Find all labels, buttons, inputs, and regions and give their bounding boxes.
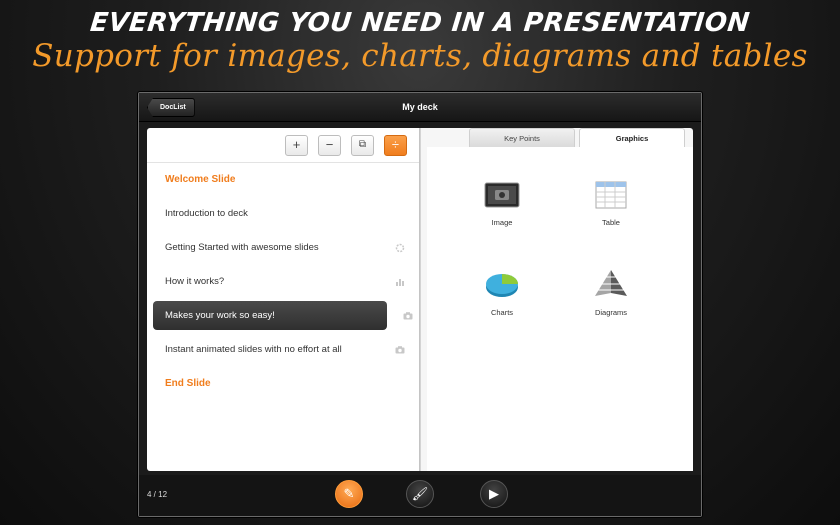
diagrams-label: Diagrams: [594, 308, 628, 317]
insert-diagram-button[interactable]: Diagrams: [576, 269, 646, 317]
play-button[interactable]: ▶: [480, 480, 508, 508]
tab-key-points[interactable]: Key Points: [469, 128, 575, 148]
insert-image-button[interactable]: Image: [467, 181, 537, 227]
chart-icon: [395, 265, 405, 299]
graphics-panel: Image Table Charts Diagrams: [427, 147, 693, 471]
edit-button[interactable]: ✎: [335, 480, 363, 508]
deck-title: My deck: [402, 102, 438, 112]
charts-label: Charts: [490, 308, 514, 317]
slide-item-label: Welcome Slide: [165, 174, 236, 185]
slide-item-label: Instant animated slides with no effort a…: [165, 344, 342, 355]
slide-item-end[interactable]: End Slide: [147, 367, 419, 401]
bottom-toolbar: 4 / 12 ✎ 🖌 ▶: [139, 475, 701, 516]
style-button[interactable]: 🖌: [406, 480, 434, 508]
image-icon: [467, 181, 537, 214]
duplicate-slide-button[interactable]: ⧉: [351, 135, 374, 156]
slide-item-instant-animated[interactable]: Instant animated slides with no effort a…: [147, 333, 419, 367]
tablet-frame: DocList My deck + − ⧉ ÷ Welcome Slide In…: [138, 92, 702, 517]
slide-item-label: End Slide: [165, 378, 211, 389]
insert-table-button[interactable]: Table: [576, 181, 646, 227]
slide-item-welcome[interactable]: Welcome Slide: [147, 163, 419, 197]
page-counter: 4 / 12: [147, 490, 168, 499]
tab-graphics[interactable]: Graphics: [579, 128, 685, 148]
top-navigation-bar: DocList My deck: [139, 93, 701, 122]
table-label: Table: [602, 218, 620, 227]
slide-item-label: How it works?: [165, 276, 225, 287]
camera-icon: [403, 301, 413, 330]
slide-item-how-it-works[interactable]: How it works?: [147, 265, 419, 299]
content-panel: Key Points Graphics Image Table Charts D…: [421, 128, 693, 471]
pie-chart-icon: [467, 269, 537, 304]
insert-chart-button[interactable]: Charts: [467, 269, 537, 317]
slide-item-label: Makes your work so easy!: [165, 310, 275, 321]
camera-icon: [395, 333, 405, 367]
promo-headline: EVERYTHING YOU NEED IN A PRESENTATION: [88, 8, 752, 38]
slide-item-label: Introduction to deck: [165, 208, 248, 219]
minus-icon: −: [325, 137, 334, 152]
loading-icon: [395, 231, 405, 265]
outline-toolbar: + − ⧉ ÷: [147, 128, 419, 163]
slide-outline-panel: + − ⧉ ÷ Welcome Slide Introduction to de…: [147, 128, 419, 471]
image-label: Image: [491, 218, 513, 227]
pyramid-icon: [576, 269, 646, 304]
plus-icon: +: [292, 137, 301, 152]
slide-item-getting-started[interactable]: Getting Started with awesome slides: [147, 231, 419, 265]
add-slide-button[interactable]: +: [285, 135, 308, 156]
slide-item-label: Getting Started with awesome slides: [165, 242, 319, 253]
slide-item-introduction[interactable]: Introduction to deck: [147, 197, 419, 231]
table-icon: [576, 181, 646, 214]
pencil-icon: ✎: [343, 486, 355, 501]
promo-subline: Support for images, charts, diagrams and…: [32, 38, 808, 74]
brush-icon: 🖌: [411, 486, 429, 501]
play-icon: ▶: [489, 486, 499, 501]
duplicate-icon: ⧉: [358, 139, 367, 150]
slide-item-makes-work-easy[interactable]: Makes your work so easy!: [153, 301, 413, 330]
remove-slide-button[interactable]: −: [318, 135, 341, 156]
slide-list: Welcome Slide Introduction to deck Getti…: [147, 163, 419, 401]
reorder-icon: ÷: [391, 137, 400, 152]
reorder-slides-button[interactable]: ÷: [384, 135, 407, 156]
